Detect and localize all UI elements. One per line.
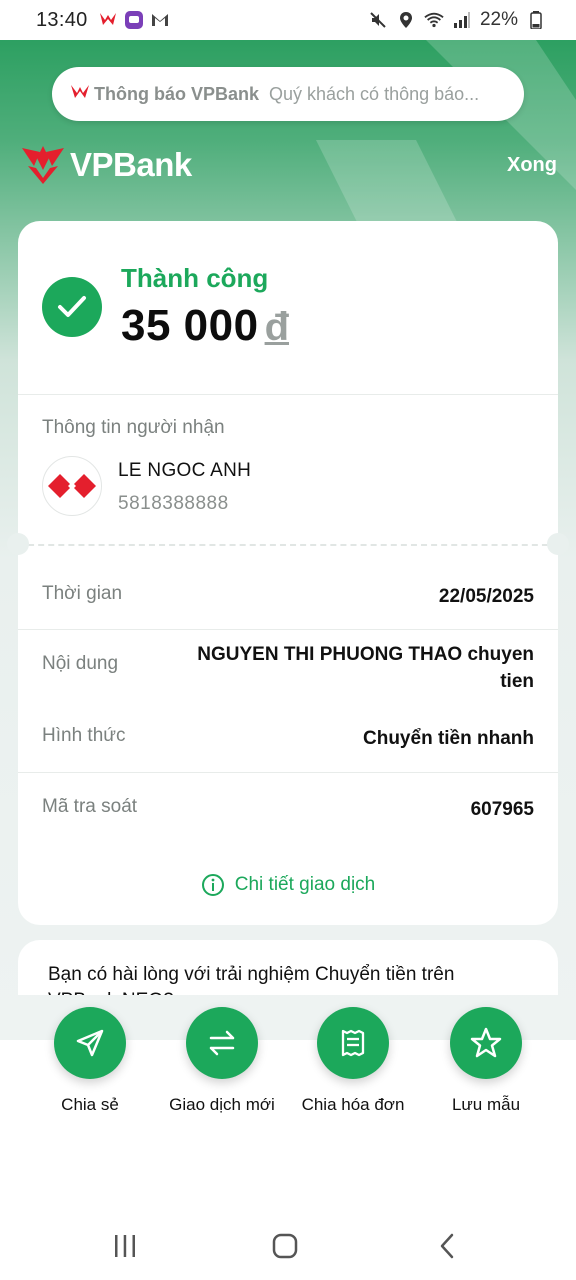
survey-question: Bạn có hài lòng với trải nghiệm Chuyển t… (48, 964, 455, 995)
system-nav-bar (0, 1210, 576, 1280)
new-transaction-label: Giao dịch mới (169, 1095, 275, 1114)
recent-apps-button[interactable] (105, 1230, 145, 1262)
recipient-bank-logo (42, 456, 102, 516)
recipient-section-label: Thông tin người nhận (42, 417, 225, 438)
detail-value: 22/05/2025 (438, 586, 534, 607)
recent-apps-icon (115, 1235, 135, 1257)
status-title: Thành công (121, 263, 269, 293)
action-bar: Chia sẻ Giao dịch mới Chia hóa đơn Lưu m… (0, 995, 576, 1180)
notification-title: Thông báo VPBank (94, 83, 260, 104)
detail-row-time: Thời gian 22/05/2025 (18, 583, 558, 610)
share-button[interactable]: Chia sẻ (20, 1007, 160, 1115)
status-bar: 13:40 22% (0, 0, 576, 40)
vpbank-logo: VPBank (20, 144, 192, 186)
transaction-detail-link[interactable]: Chi tiết giao dịch (18, 873, 558, 897)
recipient-account-number: 5818388888 (118, 493, 229, 514)
transfer-amount: 35 000 (121, 301, 259, 350)
currency-symbol: đ (264, 305, 290, 349)
mute-icon (368, 10, 388, 30)
ticket-notch-right (547, 533, 569, 555)
ticket-notch-left (7, 533, 29, 555)
detail-row-trace-code: Mã tra soát 607965 (18, 796, 558, 823)
save-template-label: Lưu mẫu (451, 1095, 521, 1114)
row-divider (18, 629, 558, 630)
info-icon (201, 874, 224, 896)
transaction-detail-label: Chi tiết giao dịch (234, 874, 376, 895)
amount-row: 35 000 đ (121, 301, 289, 351)
split-bill-icon (317, 1007, 389, 1079)
back-icon (440, 1233, 454, 1259)
survey-card[interactable]: Bạn có hài lòng với trải nghiệm Chuyển t… (18, 940, 558, 995)
detail-value: NGUYEN THI PHUONG THAO chuyen tien (197, 644, 534, 692)
home-button[interactable] (265, 1230, 305, 1262)
done-button[interactable]: Xong (507, 154, 557, 177)
home-icon (272, 1233, 298, 1259)
notification-preview: Quý khách có thông báo... (269, 83, 480, 104)
wifi-icon (424, 10, 444, 30)
gmail-icon (150, 10, 170, 30)
save-template-button[interactable]: Lưu mẫu (416, 1007, 556, 1115)
detail-value: 607965 (470, 799, 534, 820)
ticket-dashed-divider (18, 544, 558, 546)
status-time: 13:40 (36, 8, 88, 31)
back-button[interactable] (427, 1230, 467, 1262)
signal-icon (452, 10, 472, 30)
transaction-result-card: Thành công 35 000 đ Thông tin người nhận… (7, 221, 569, 925)
detail-value: Chuyển tiền nhanh (363, 728, 534, 749)
swap-arrows-icon (186, 1007, 258, 1079)
vpbank-logo-icon (22, 146, 64, 184)
section-divider (18, 394, 558, 395)
battery-percent: 22% (479, 9, 518, 30)
notification-search-bar[interactable]: Thông báo VPBank Quý khách có thông báo.… (52, 67, 524, 121)
send-icon (54, 1007, 126, 1079)
vpbank-notification-icon (98, 10, 118, 30)
detail-label: Hình thức (42, 725, 126, 746)
split-bill-button[interactable]: Chia hóa đơn (283, 1007, 423, 1115)
messenger-icon (124, 10, 144, 30)
new-transaction-button[interactable]: Giao dịch mới (152, 1007, 292, 1115)
battery-icon (526, 10, 546, 30)
success-check-icon (42, 277, 102, 337)
location-icon (396, 10, 416, 30)
share-label: Chia sẻ (61, 1095, 119, 1114)
split-bill-label: Chia hóa đơn (301, 1095, 405, 1114)
detail-label: Thời gian (42, 583, 123, 604)
detail-row-method: Hình thức Chuyển tiền nhanh (18, 725, 558, 752)
star-icon (450, 1007, 522, 1079)
row-divider (18, 772, 558, 773)
recipient-name: LE NGOC ANH (118, 460, 252, 481)
detail-row-content: Nội dung NGUYEN THI PHUONG THAO chuyen t… (18, 641, 558, 695)
detail-label: Nội dung (42, 653, 119, 674)
vpbank-small-logo-icon (70, 83, 90, 106)
detail-label: Mã tra soát (42, 796, 138, 817)
vpbank-logo-text: VPBank (70, 146, 192, 183)
